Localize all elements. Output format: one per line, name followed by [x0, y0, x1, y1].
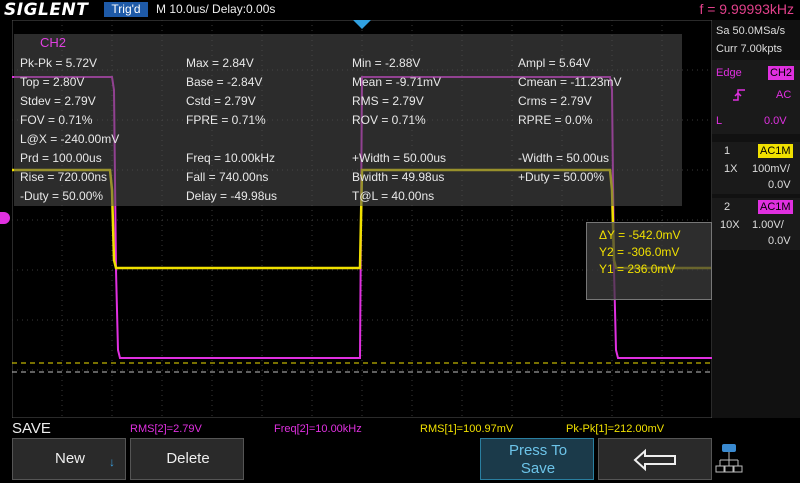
measure-value: Bwidth = 49.98us [352, 170, 445, 184]
measure-value: Delay = -49.98us [186, 189, 278, 203]
frequency-counter: f = 9.99993kHz [699, 1, 794, 17]
measure-value: Base = -2.84V [186, 75, 263, 89]
cursor-y2: Y2 = -306.0mV [599, 245, 680, 259]
cursor-delta-y: ΔY = -542.0mV [599, 228, 681, 242]
return-arrow-icon [633, 448, 676, 472]
measure-value: -Duty = 50.00% [20, 189, 104, 203]
memory-depth: Curr 7.00kpts [716, 43, 783, 55]
measure-value: -Width = 50.00us [518, 151, 610, 165]
sample-rate: Sa 50.0MSa/s [716, 25, 786, 37]
press-to-save-line1: Press To [508, 442, 568, 459]
ch1-offset: 0.0V [768, 179, 791, 191]
arrow-down-icon: ↓ [109, 455, 115, 469]
measure-value: +Duty = 50.00% [518, 170, 605, 184]
trigger-level-label: L [716, 115, 723, 127]
cursor-y1: Y1 = 236.0mV [599, 262, 676, 276]
press-to-save-line2: Save [520, 460, 556, 477]
ch2-coupling-badge: AC1M [758, 200, 793, 214]
measure-value: Crms = 2.79V [518, 94, 592, 108]
ch1-settings[interactable]: 1 AC1M 1X 100mV/ 0.0V [712, 142, 800, 194]
measure-value: Cstd = 2.79V [186, 94, 256, 108]
ch1-scale: 100mV/ [752, 163, 790, 175]
measure-value: RPRE = 0.0% [518, 113, 593, 127]
measure-value: Max = 2.84V [186, 56, 254, 70]
measure-value: T@L = 40.00ns [352, 189, 435, 203]
strip-measure-item: RMS[2]=2.79V [130, 423, 202, 435]
ch2-level-marker[interactable] [0, 212, 10, 224]
measure-value: ROV = 0.71% [352, 113, 426, 127]
measure-value: Cmean = -11.23mV [518, 75, 622, 89]
measure-value: L@X = -240.00mV [20, 132, 120, 146]
measure-value: Ampl = 5.64V [518, 56, 591, 70]
right-status-panel: Sa 50.0MSa/s Curr 7.00kpts Edge CH2 AC L… [712, 20, 800, 418]
measure-value: Pk-Pk = 5.72V [20, 56, 98, 70]
strip-measure-item: Freq[2]=10.00kHz [274, 423, 362, 435]
delete-button[interactable]: Delete [130, 438, 244, 480]
press-to-save-button[interactable]: Press To Save [480, 438, 594, 480]
measure-value: Freq = 10.00kHz [186, 151, 276, 165]
delete-button-label: Delete [166, 450, 210, 467]
measure-value: Stdev = 2.79V [20, 94, 96, 108]
trigger-coupling: AC [776, 89, 792, 101]
ch1-probe: 1X [724, 163, 738, 175]
measure-value: Mean = -9.71mV [352, 75, 442, 89]
trigger-status-badge: Trig'd [104, 2, 148, 17]
trigger-source-badge: CH2 [768, 66, 795, 80]
measure-value: Min = -2.88V [352, 56, 421, 70]
network-icon [714, 440, 744, 478]
ch2-offset: 0.0V [768, 235, 791, 247]
new-button[interactable]: New ↓ [12, 438, 126, 480]
measurement-strip [0, 418, 800, 438]
ch2-probe: 10X [720, 219, 740, 231]
strip-measure-item: Pk-Pk[1]=212.00mV [566, 423, 665, 435]
trigger-type: Edge [716, 67, 742, 79]
ch2-number: 2 [724, 201, 731, 213]
measure-value: Fall = 740.00ns [186, 170, 269, 184]
ch2-scale: 1.00V/ [752, 219, 784, 231]
measure-value: FPRE = 0.71% [186, 113, 266, 127]
rising-edge-icon [732, 88, 746, 107]
ch2-settings[interactable]: 2 AC1M 10X 1.00V/ 0.0V [712, 198, 800, 250]
measure-value: Rise = 720.00ns [20, 170, 108, 184]
back-button[interactable] [598, 438, 712, 480]
measurement-channel-label: CH2 [40, 35, 67, 50]
strip-measure-item: RMS[1]=100.97mV [420, 423, 514, 435]
measure-value: FOV = 0.71% [20, 113, 93, 127]
trigger-level: 0.0V [764, 115, 787, 127]
brand-logo: SIGLENT [4, 0, 89, 20]
cursor-readout-box: ΔY = -542.0mV Y2 = -306.0mV Y1 = 236.0mV [586, 222, 712, 300]
measure-value: +Width = 50.00us [352, 151, 447, 165]
ch1-coupling-badge: AC1M [758, 144, 793, 158]
ch1-number: 1 [724, 145, 731, 157]
measure-value: Prd = 100.00us [20, 151, 102, 165]
menu-title: SAVE [12, 420, 51, 437]
measure-value: Top = 2.80V [20, 75, 85, 89]
timebase-readout: M 10.0us/ Delay:0.00s [156, 2, 276, 16]
measure-value: RMS = 2.79V [352, 94, 424, 108]
trigger-section[interactable]: Edge CH2 AC L 0.0V [712, 60, 800, 134]
